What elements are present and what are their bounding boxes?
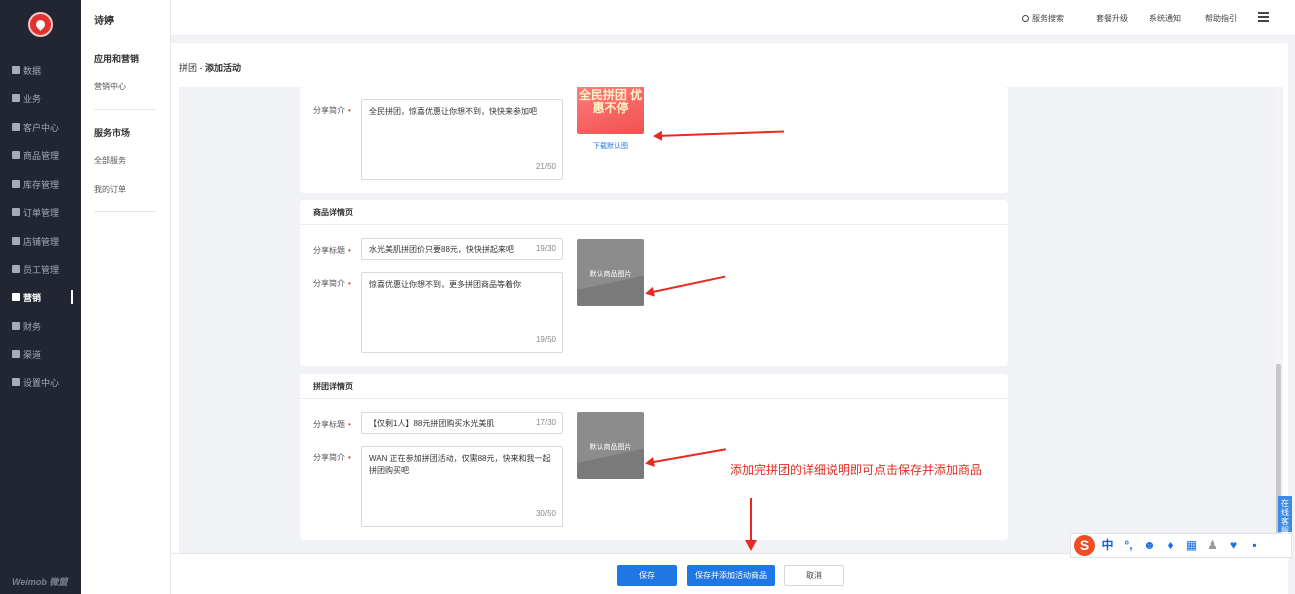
- search-icon: [1022, 15, 1029, 22]
- char-count: 19/50: [535, 335, 556, 344]
- subnav-group-market: 服务市场: [94, 128, 131, 138]
- sogou-logo-icon[interactable]: S: [1074, 535, 1095, 556]
- char-count: 19/30: [535, 244, 556, 253]
- channel-icon: [12, 350, 20, 358]
- ime-language-toggle[interactable]: 中: [1101, 539, 1114, 552]
- share-desc-textarea[interactable]: 惊喜优惠让你想不到，更多拼团商品等着你 19/50: [361, 272, 563, 353]
- briefcase-icon: [12, 94, 20, 102]
- customer-icon: [12, 123, 20, 131]
- save-button[interactable]: 保存: [617, 565, 677, 586]
- subnav-item-marketing-center[interactable]: 营销中心: [94, 81, 126, 92]
- breadcrumb-parent[interactable]: 拼团: [179, 63, 197, 73]
- share-desc-label: 分享简介 •: [313, 279, 351, 288]
- group-detail-card: 拼团详情页 分享标题 • 【仅剩1人】88元拼团购买水光美肌 17/30 分享简介…: [300, 374, 1008, 540]
- secondary-sidebar: 诗婷 应用和营销 营销中心 服务市场 全部服务 我的订单: [81, 0, 171, 594]
- goods-detail-card: 商品详情页 分享标题 • 水光美肌拼团价只要88元，快快拼起来吧 19/30 分享…: [300, 200, 1008, 366]
- settings-icon: [12, 378, 20, 386]
- service-search-button[interactable]: 服务搜索: [1022, 13, 1064, 24]
- sidebar-item-channels[interactable]: 渠道: [12, 346, 81, 362]
- upgrade-link[interactable]: 套餐升级: [1096, 13, 1128, 24]
- subnav-group-apps: 应用和营销: [94, 54, 140, 64]
- goods-icon: [12, 151, 20, 159]
- subnav-item-my-orders[interactable]: 我的订单: [94, 184, 126, 195]
- emoji-icon[interactable]: ☻: [1143, 539, 1156, 552]
- person-icon: [12, 265, 20, 273]
- share-title-label: 分享标题 •: [313, 420, 351, 429]
- action-bar: 保存 保存并添加活动商品 取消: [171, 553, 1288, 594]
- skin-icon[interactable]: ♥: [1227, 539, 1240, 552]
- gift-icon: [12, 293, 20, 301]
- sidebar-item-goods[interactable]: 商品管理: [12, 147, 81, 163]
- inventory-icon: [12, 180, 20, 188]
- notifications-link[interactable]: 系统通知: [1149, 13, 1181, 24]
- sidebar-item-data[interactable]: 数据: [12, 62, 81, 78]
- section-title: 拼团详情页: [300, 374, 1008, 399]
- breadcrumb-current: 添加活动: [205, 63, 242, 73]
- toolbox-icon[interactable]: ▪: [1248, 539, 1261, 552]
- breadcrumb: 拼团 - 添加活动: [179, 63, 242, 73]
- section-title: 商品详情页: [300, 200, 1008, 225]
- sidebar-item-orders[interactable]: 订单管理: [12, 204, 81, 220]
- chart-icon: [12, 66, 20, 74]
- store-icon: [12, 237, 20, 245]
- divider: [94, 211, 156, 212]
- annotation-arrow-down: [750, 498, 752, 542]
- default-goods-image[interactable]: 默认商品图片: [577, 412, 644, 479]
- annotation-arrow-head: [745, 540, 757, 551]
- share-desc-label: 分享简介 •: [313, 106, 351, 115]
- char-count: 17/30: [535, 418, 556, 427]
- share-desc-textarea[interactable]: 全民拼团，惊喜优惠让你想不到，快快来参加吧 21/50: [361, 99, 563, 180]
- divider: [94, 109, 156, 110]
- sidebar-item-settings[interactable]: 设置中心: [12, 374, 81, 390]
- user-icon[interactable]: ♟: [1206, 539, 1219, 552]
- sidebar-item-staff[interactable]: 员工管理: [12, 261, 81, 277]
- save-and-add-goods-button[interactable]: 保存并添加活动商品: [687, 565, 775, 586]
- char-count: 30/50: [535, 509, 556, 518]
- default-goods-image[interactable]: 默认商品图片: [577, 239, 644, 306]
- share-image-promo[interactable]: 全民拼团 优惠不停: [577, 87, 644, 134]
- shop-name: 诗婷: [94, 16, 114, 27]
- subnav-item-all-services[interactable]: 全部服务: [94, 155, 126, 166]
- scrollbar[interactable]: [1276, 87, 1281, 552]
- sidebar-item-marketing[interactable]: 营销: [12, 289, 81, 305]
- main-sidebar: 数据 业务 客户中心 商品管理 库存管理 订单管理 店铺管理 员工管理 营销 财…: [0, 0, 81, 594]
- active-indicator: [71, 290, 73, 304]
- help-link[interactable]: 帮助指引: [1205, 13, 1237, 24]
- sidebar-item-customers[interactable]: 客户中心: [12, 119, 81, 135]
- share-title-input[interactable]: 水光美肌拼团价只要88元，快快拼起来吧 19/30: [361, 238, 563, 260]
- order-icon: [12, 208, 20, 216]
- finance-icon: [12, 322, 20, 330]
- app-logo-icon[interactable]: [28, 12, 53, 37]
- char-count: 21/50: [535, 162, 556, 171]
- annotation-note: 添加完拼团的详细说明即可点击保存并添加商品: [730, 463, 983, 477]
- keyboard-icon[interactable]: ▦: [1185, 539, 1198, 552]
- download-default-image-link[interactable]: 下载默认图: [577, 141, 644, 151]
- ime-toolbar: S 中 °, ☻ ♦ ▦ ♟ ♥ ▪: [1070, 533, 1292, 558]
- sidebar-item-business[interactable]: 业务: [12, 90, 81, 106]
- online-service-button[interactable]: 在线客服: [1278, 496, 1292, 535]
- cancel-button[interactable]: 取消: [784, 565, 844, 586]
- share-desc-textarea[interactable]: WAN 正在参加拼团活动，仅需88元，快来和我一起拼团购买吧 30/50: [361, 446, 563, 527]
- punctuation-icon[interactable]: °,: [1122, 539, 1135, 552]
- share-title-label: 分享标题 •: [313, 246, 351, 255]
- promo-image-text: 全民拼团 优惠不停: [578, 88, 643, 115]
- menu-icon[interactable]: [1258, 12, 1269, 22]
- top-bar: 服务搜索 套餐升级 系统通知 帮助指引: [171, 0, 1295, 36]
- microphone-icon[interactable]: ♦: [1164, 539, 1177, 552]
- brand-logo: Weimob 微盟: [12, 577, 68, 587]
- share-title-input[interactable]: 【仅剩1人】88元拼团购买水光美肌 17/30: [361, 412, 563, 434]
- share-desc-label: 分享简介 •: [313, 453, 351, 462]
- sidebar-item-inventory[interactable]: 库存管理: [12, 176, 81, 192]
- sidebar-item-store[interactable]: 店铺管理: [12, 233, 81, 249]
- sidebar-item-finance[interactable]: 财务: [12, 318, 81, 334]
